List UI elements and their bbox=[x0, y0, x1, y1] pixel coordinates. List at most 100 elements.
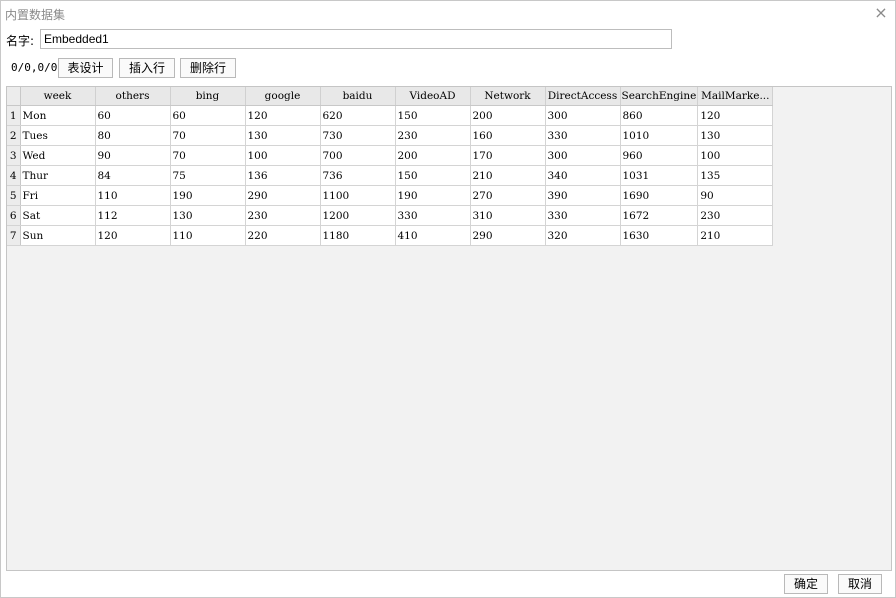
column-header[interactable]: VideoAD bbox=[395, 87, 471, 106]
table-cell[interactable]: 135 bbox=[697, 165, 774, 186]
table-cell[interactable]: 150 bbox=[395, 105, 471, 126]
table-cell[interactable]: 190 bbox=[170, 185, 246, 206]
table-cell[interactable]: 230 bbox=[395, 125, 471, 146]
table-cell[interactable]: Wed bbox=[20, 145, 96, 166]
table-cell[interactable]: 100 bbox=[697, 145, 774, 166]
column-header[interactable]: DirectAccess bbox=[545, 87, 621, 106]
table-cell[interactable]: 320 bbox=[545, 225, 621, 246]
table-cell[interactable]: 1031 bbox=[620, 165, 699, 186]
close-icon[interactable]: × bbox=[873, 4, 889, 22]
table-cell[interactable]: Fri bbox=[20, 185, 96, 206]
table-cell[interactable]: Tues bbox=[20, 125, 96, 146]
table-cell[interactable]: 130 bbox=[170, 205, 246, 226]
table-cell[interactable]: 620 bbox=[320, 105, 396, 126]
cancel-button[interactable]: 取消 bbox=[838, 574, 882, 594]
table-cell[interactable]: 300 bbox=[545, 105, 621, 126]
column-header[interactable]: Network bbox=[470, 87, 546, 106]
table-cell[interactable]: 390 bbox=[545, 185, 621, 206]
row-number[interactable]: 2 bbox=[7, 125, 21, 146]
table-cell[interactable]: 60 bbox=[95, 105, 171, 126]
table-cell[interactable]: 120 bbox=[245, 105, 321, 126]
dialog-title: 内置数据集 bbox=[5, 8, 66, 22]
delete-row-button[interactable]: 删除行 bbox=[180, 58, 236, 78]
table-cell[interactable]: 270 bbox=[470, 185, 546, 206]
table-cell[interactable]: 1630 bbox=[620, 225, 699, 246]
table-cell[interactable]: 1672 bbox=[620, 205, 699, 226]
table-cell[interactable]: 300 bbox=[545, 145, 621, 166]
name-input[interactable]: Embedded1 bbox=[40, 29, 672, 49]
insert-row-button[interactable]: 插入行 bbox=[119, 58, 175, 78]
table-cell[interactable]: 112 bbox=[95, 205, 171, 226]
table-cell[interactable]: 290 bbox=[245, 185, 321, 206]
table-cell[interactable]: 1180 bbox=[320, 225, 396, 246]
column-header[interactable]: SearchEngine bbox=[620, 87, 699, 106]
table-cell[interactable]: 84 bbox=[95, 165, 171, 186]
table-cell[interactable]: 110 bbox=[95, 185, 171, 206]
column-header[interactable]: MailMarke... bbox=[697, 87, 774, 106]
row-number[interactable]: 4 bbox=[7, 165, 21, 186]
table-cell[interactable]: 210 bbox=[470, 165, 546, 186]
table-cell[interactable]: 730 bbox=[320, 125, 396, 146]
table-cell[interactable]: 200 bbox=[395, 145, 471, 166]
row-number[interactable]: 6 bbox=[7, 205, 21, 226]
column-header[interactable]: week bbox=[20, 87, 96, 106]
table-design-button[interactable]: 表设计 bbox=[58, 58, 113, 78]
row-number[interactable]: 7 bbox=[7, 225, 21, 246]
table-cell[interactable]: 120 bbox=[697, 105, 774, 126]
table-cell[interactable]: 150 bbox=[395, 165, 471, 186]
table-cell[interactable]: 200 bbox=[470, 105, 546, 126]
table-cell[interactable]: 190 bbox=[395, 185, 471, 206]
table-cell[interactable]: 1690 bbox=[620, 185, 699, 206]
table-cell[interactable]: 340 bbox=[545, 165, 621, 186]
table-cell[interactable]: 75 bbox=[170, 165, 246, 186]
table-cell[interactable]: 90 bbox=[95, 145, 171, 166]
table-cell[interactable]: 230 bbox=[697, 205, 774, 226]
table-cell[interactable]: 60 bbox=[170, 105, 246, 126]
table-cell[interactable]: 80 bbox=[95, 125, 171, 146]
table-cell[interactable]: 330 bbox=[545, 205, 621, 226]
row-number[interactable]: 5 bbox=[7, 185, 21, 206]
table-row: 3 Wed 90 70 100 700 200 170 300 960 100 bbox=[7, 145, 774, 166]
table-cell[interactable]: 410 bbox=[395, 225, 471, 246]
table-cell[interactable]: 130 bbox=[697, 125, 774, 146]
table-cell[interactable]: 310 bbox=[470, 205, 546, 226]
table-cell[interactable]: Sat bbox=[20, 205, 96, 226]
table-cell[interactable]: 1010 bbox=[620, 125, 699, 146]
table-cell[interactable]: 90 bbox=[697, 185, 774, 206]
table-cell[interactable]: 1200 bbox=[320, 205, 396, 226]
table-cell[interactable]: 210 bbox=[697, 225, 774, 246]
table-cell[interactable]: 330 bbox=[395, 205, 471, 226]
table-cell[interactable]: 220 bbox=[245, 225, 321, 246]
table-cell[interactable]: 1100 bbox=[320, 185, 396, 206]
table-cell[interactable]: 70 bbox=[170, 145, 246, 166]
table-cell[interactable]: 960 bbox=[620, 145, 699, 166]
column-header[interactable]: others bbox=[95, 87, 171, 106]
table-row: 4 Thur 84 75 136 736 150 210 340 1031 135 bbox=[7, 165, 774, 186]
table-cell[interactable]: 120 bbox=[95, 225, 171, 246]
table-cell[interactable]: 130 bbox=[245, 125, 321, 146]
table-row: 6 Sat 112 130 230 1200 330 310 330 1672 230 bbox=[7, 205, 774, 226]
table-cell[interactable]: 700 bbox=[320, 145, 396, 166]
table-cell[interactable]: Thur bbox=[20, 165, 96, 186]
row-number[interactable]: 1 bbox=[7, 105, 21, 126]
row-number[interactable]: 3 bbox=[7, 145, 21, 166]
table-cell[interactable]: 100 bbox=[245, 145, 321, 166]
table-cell[interactable]: 860 bbox=[620, 105, 699, 126]
data-grid: week others bing google baidu VideoAD Network D… bbox=[6, 86, 892, 571]
table-cell[interactable]: 230 bbox=[245, 205, 321, 226]
column-header[interactable]: baidu bbox=[320, 87, 396, 106]
title-bar: 内置数据集 × bbox=[1, 1, 895, 27]
table-cell[interactable]: 136 bbox=[245, 165, 321, 186]
table-cell[interactable]: 736 bbox=[320, 165, 396, 186]
table-cell[interactable]: 290 bbox=[470, 225, 546, 246]
table-cell[interactable]: 170 bbox=[470, 145, 546, 166]
table-cell[interactable]: 160 bbox=[470, 125, 546, 146]
ok-button[interactable]: 确定 bbox=[784, 574, 828, 594]
table-cell[interactable]: Sun bbox=[20, 225, 96, 246]
table-cell[interactable]: 70 bbox=[170, 125, 246, 146]
column-header[interactable]: google bbox=[245, 87, 321, 106]
table-cell[interactable]: 330 bbox=[545, 125, 621, 146]
table-cell[interactable]: 110 bbox=[170, 225, 246, 246]
column-header[interactable]: bing bbox=[170, 87, 246, 106]
table-cell[interactable]: Mon bbox=[20, 105, 96, 126]
